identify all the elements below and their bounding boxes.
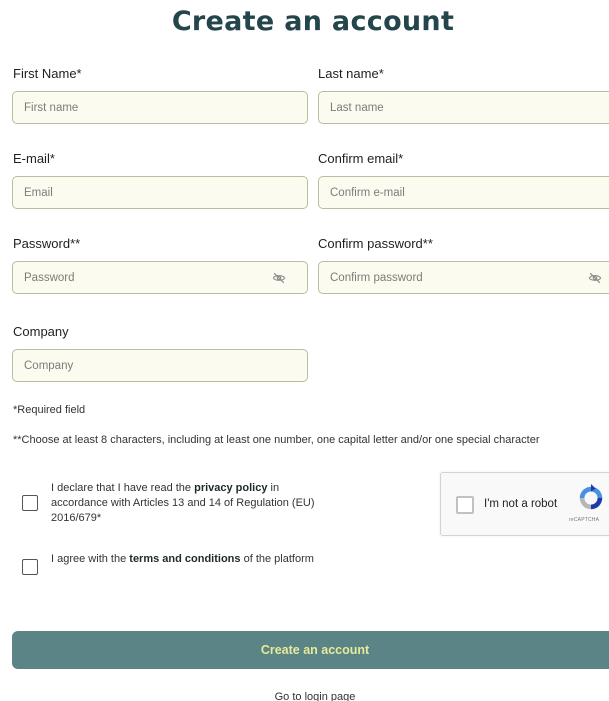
privacy-consent-text: I declare that I have read the privacy p…	[51, 481, 321, 526]
company-input[interactable]	[12, 349, 308, 382]
password-label: Password**	[13, 236, 81, 251]
company-label: Company	[13, 324, 69, 339]
email-label: E-mail*	[13, 151, 55, 166]
create-account-button[interactable]: Create an account	[12, 631, 609, 669]
page-title: Create an account	[171, 6, 455, 37]
terms-checkbox[interactable]	[22, 559, 38, 575]
login-page-link[interactable]: Go to login page	[0, 691, 609, 701]
recaptcha-checkbox[interactable]	[456, 496, 474, 514]
last-name-label: Last name*	[318, 66, 384, 81]
terms-consent-text: I agree with the terms and conditions of…	[51, 552, 321, 567]
recaptcha-widget: I'm not a robot reCAPTCHA	[440, 472, 609, 536]
confirm-password-input[interactable]	[318, 261, 609, 294]
eye-slash-icon[interactable]	[272, 271, 286, 285]
recaptcha-brand: reCAPTCHA	[569, 517, 600, 523]
confirm-password-label: Confirm password**	[318, 236, 433, 251]
password-rule-note: **Choose at least 8 characters, includin…	[13, 434, 540, 446]
required-note: *Required field	[13, 404, 86, 416]
recaptcha-logo-icon	[576, 483, 606, 513]
email-input[interactable]	[12, 176, 308, 209]
last-name-input[interactable]	[318, 91, 609, 124]
confirm-email-input[interactable]	[318, 176, 609, 209]
recaptcha-label: I'm not a robot	[484, 498, 558, 510]
eye-slash-icon[interactable]	[588, 271, 602, 285]
confirm-email-label: Confirm email*	[318, 151, 404, 166]
password-input[interactable]	[12, 261, 308, 294]
privacy-policy-link[interactable]: privacy policy	[194, 482, 267, 494]
terms-prefix: I agree with the	[51, 553, 130, 565]
privacy-prefix: I declare that I have read the	[51, 482, 195, 494]
terms-suffix: of the platform	[240, 553, 314, 565]
first-name-label: First Name*	[13, 66, 82, 81]
first-name-input[interactable]	[12, 91, 308, 124]
terms-link[interactable]: terms and conditions	[129, 553, 240, 565]
privacy-checkbox[interactable]	[22, 495, 38, 511]
